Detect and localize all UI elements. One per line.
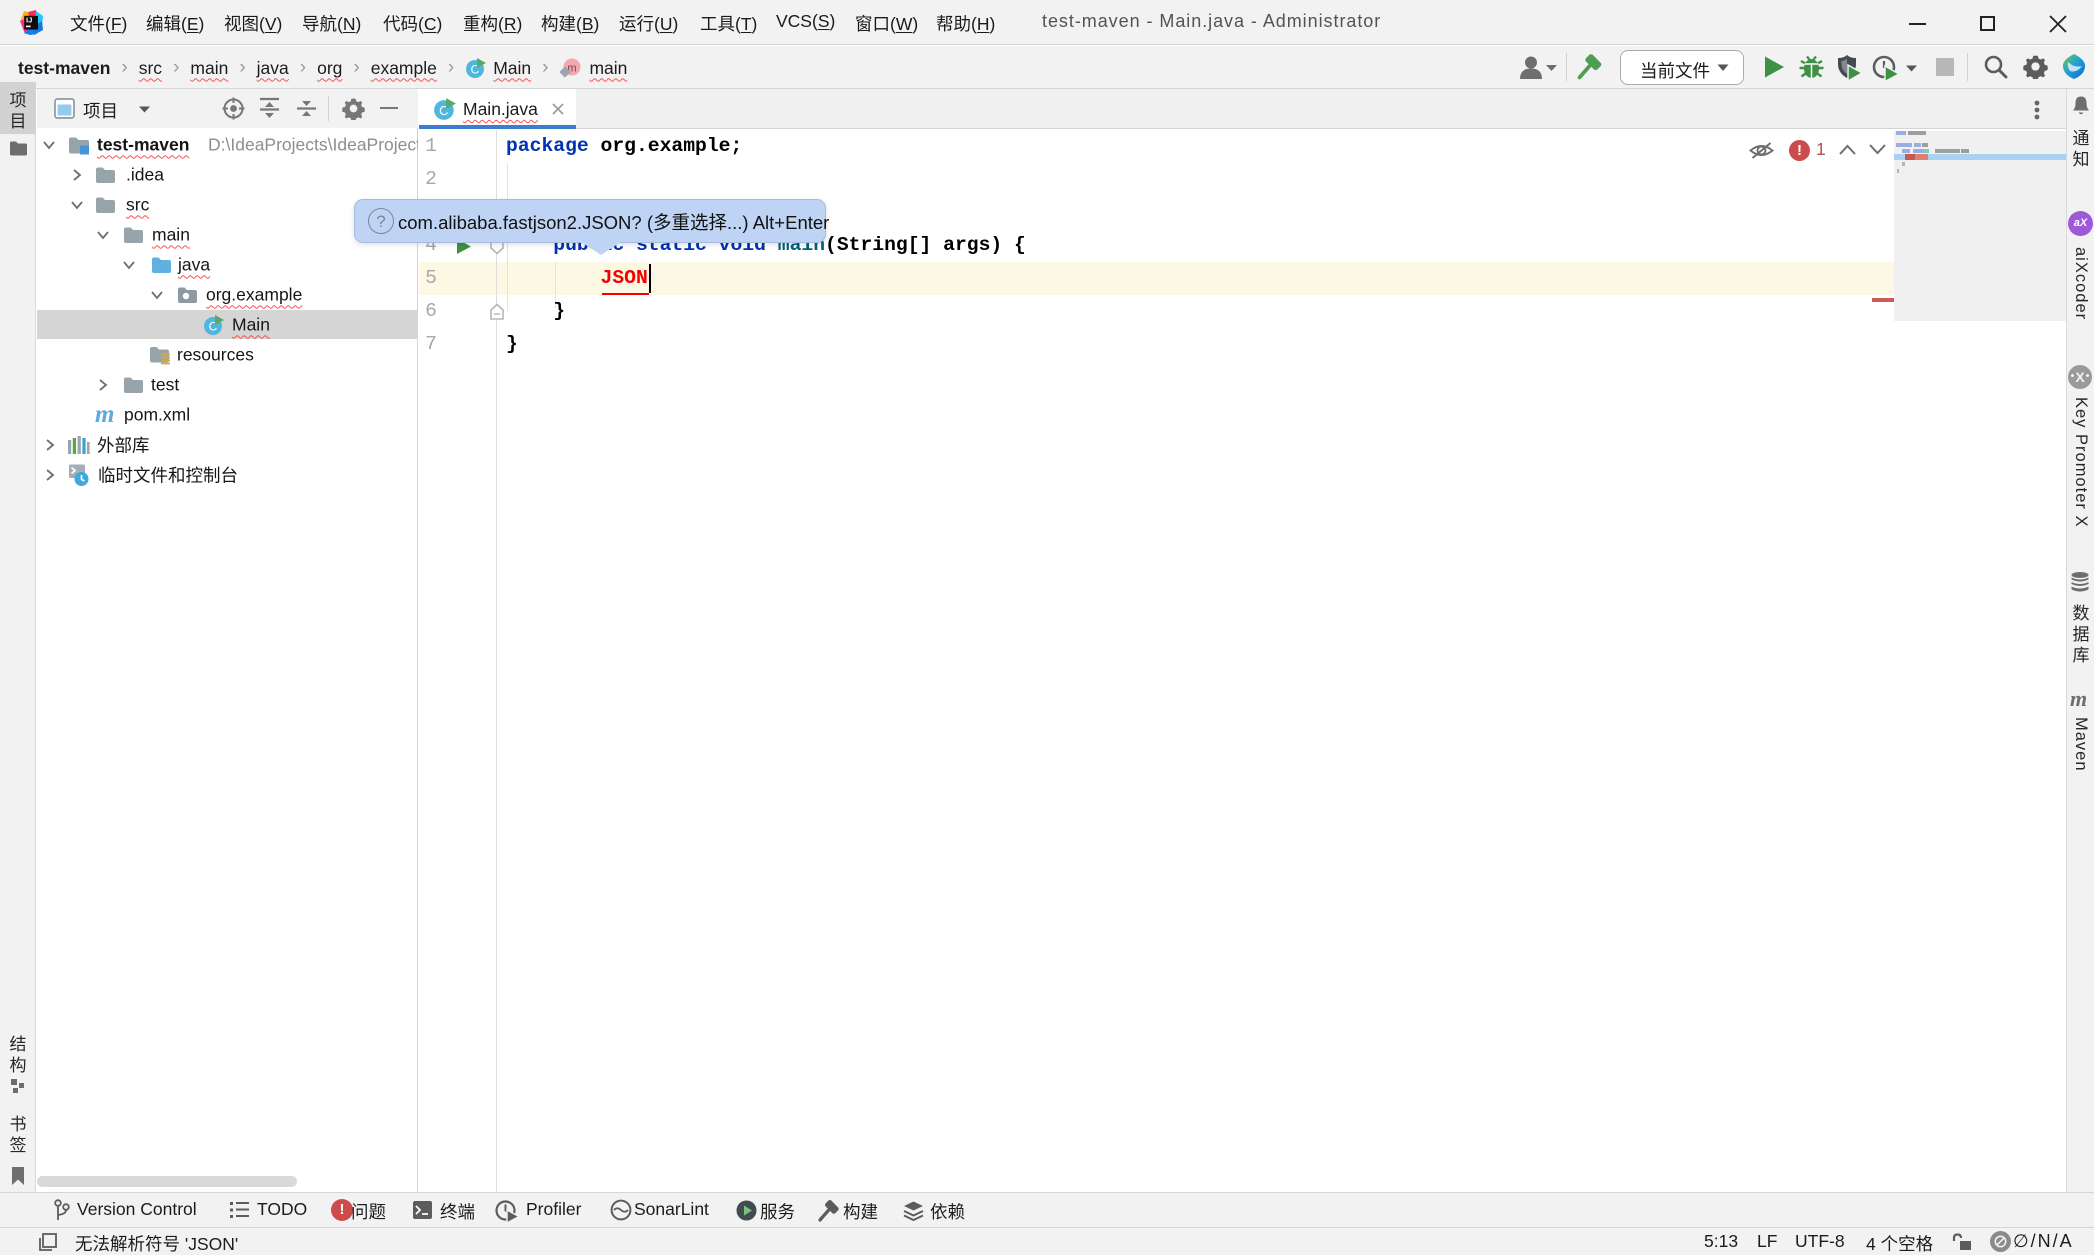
svg-text:IJ: IJ — [26, 16, 32, 25]
